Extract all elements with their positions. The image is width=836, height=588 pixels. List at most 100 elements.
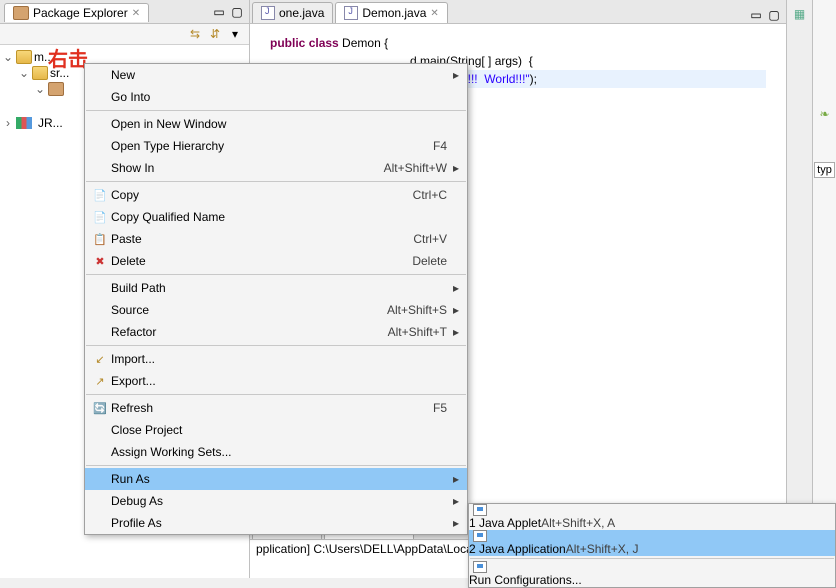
menu-label: Open Type Hierarchy — [111, 139, 433, 153]
collapse-all-icon[interactable]: ⇆ — [187, 26, 203, 42]
menu-label: 1 Java Applet — [469, 516, 541, 530]
submenu-arrow-icon: ▸ — [447, 161, 459, 175]
submenu-item-run-configurations-[interactable]: Run Configurations... — [469, 561, 835, 587]
type-hierarchy-label[interactable]: typ — [814, 162, 835, 178]
menu-label: Profile As — [111, 516, 447, 530]
menu-item-assign-working-sets-[interactable]: Assign Working Sets... — [85, 441, 467, 463]
menu-label: Run As — [111, 472, 447, 486]
menu-item-close-project[interactable]: Close Project — [85, 419, 467, 441]
menu-item-new[interactable]: New▸ — [85, 64, 467, 86]
minimize-icon[interactable]: ▭ — [211, 4, 227, 20]
menu-label: Close Project — [111, 423, 447, 437]
tree-label: JR... — [38, 116, 63, 130]
menu-shortcut: Alt+Shift+X, A — [541, 516, 615, 530]
copy-icon: 📄 — [89, 189, 111, 202]
delete-icon: ✖ — [89, 255, 111, 268]
menu-item-refactor[interactable]: RefactorAlt+Shift+T▸ — [85, 321, 467, 343]
submenu-arrow-icon: ▸ — [447, 325, 459, 339]
project-icon — [16, 50, 32, 64]
menu-item-copy-qualified-name[interactable]: 📄Copy Qualified Name — [85, 206, 467, 228]
menu-label: Assign Working Sets... — [111, 445, 447, 459]
menu-item-open-type-hierarchy[interactable]: Open Type HierarchyF4 — [85, 135, 467, 157]
outline-icon[interactable]: ▦ — [792, 6, 808, 22]
copyq-icon: 📄 — [89, 211, 111, 224]
submenu-arrow-icon: ▸ — [447, 516, 459, 530]
menu-item-profile-as[interactable]: Profile As▸ — [85, 512, 467, 534]
tab-label: Demon.java — [362, 6, 426, 20]
package-icon — [48, 82, 64, 96]
menu-shortcut: Ctrl+C — [413, 188, 447, 202]
menu-label: 2 Java Application — [469, 542, 566, 556]
editor-tab-demon[interactable]: Demon.java ✕ — [335, 2, 447, 23]
chevron-down-icon[interactable]: ⌄ — [2, 50, 14, 64]
maximize-icon[interactable]: ▢ — [766, 7, 782, 23]
menu-label: Run Configurations... — [469, 573, 582, 587]
menu-item-go-into[interactable]: Go Into — [85, 86, 467, 108]
submenu-arrow-icon: ▸ — [447, 303, 459, 317]
leaf-icon[interactable]: ❧ — [817, 106, 833, 122]
menu-item-delete[interactable]: ✖DeleteDelete — [85, 250, 467, 272]
submenu-arrow-icon: ▸ — [447, 68, 459, 82]
menu-label: Copy Qualified Name — [111, 210, 447, 224]
submenu-item-2-java-application[interactable]: 2 Java ApplicationAlt+Shift+X, J — [469, 530, 835, 556]
java-file-icon — [261, 6, 275, 20]
menu-label: Import... — [111, 352, 447, 366]
refresh-icon: 🔄 — [89, 402, 111, 415]
src-folder-icon — [32, 66, 48, 80]
submenu-arrow-icon: ▸ — [447, 472, 459, 486]
tab-label: one.java — [279, 6, 324, 20]
paste-icon: 📋 — [89, 233, 111, 246]
package-explorer-icon — [13, 6, 29, 20]
maximize-icon[interactable]: ▢ — [229, 4, 245, 20]
menu-item-refresh[interactable]: 🔄RefreshF5 — [85, 397, 467, 419]
menu-label: New — [111, 68, 447, 82]
menu-label: Paste — [111, 232, 413, 246]
right-trim: ▦ — [786, 0, 812, 578]
menu-shortcut: Alt+Shift+W — [384, 161, 447, 175]
menu-label: Open in New Window — [111, 117, 447, 131]
close-icon[interactable]: ✕ — [430, 8, 438, 19]
java-run-icon — [469, 561, 491, 573]
chevron-right-icon[interactable]: › — [2, 116, 14, 130]
view-menu-icon[interactable]: ▾ — [227, 26, 243, 42]
close-icon[interactable]: ✕ — [132, 8, 140, 19]
java-run-icon — [469, 504, 491, 516]
menu-item-run-as[interactable]: Run As▸ — [85, 468, 467, 490]
chevron-down-icon[interactable]: ⌄ — [18, 66, 30, 80]
menu-item-copy[interactable]: 📄CopyCtrl+C — [85, 184, 467, 206]
menu-item-debug-as[interactable]: Debug As▸ — [85, 490, 467, 512]
menu-label: Show In — [111, 161, 384, 175]
tree-label: sr... — [50, 66, 69, 80]
menu-label: Go Into — [111, 90, 447, 104]
context-menu: New▸Go IntoOpen in New WindowOpen Type H… — [84, 63, 468, 535]
minimize-icon[interactable]: ▭ — [748, 7, 764, 23]
menu-label: Copy — [111, 188, 413, 202]
menu-label: Refactor — [111, 325, 388, 339]
menu-item-export-[interactable]: ↗Export... — [85, 370, 467, 392]
chevron-down-icon[interactable]: ⌄ — [34, 82, 46, 96]
submenu-item-1-java-applet[interactable]: 1 Java AppletAlt+Shift+X, A — [469, 504, 835, 530]
menu-shortcut: F5 — [433, 401, 447, 415]
menu-item-import-[interactable]: ↙Import... — [85, 348, 467, 370]
submenu-arrow-icon: ▸ — [447, 494, 459, 508]
editor-tab-one[interactable]: one.java — [252, 2, 333, 23]
menu-item-build-path[interactable]: Build Path▸ — [85, 277, 467, 299]
menu-shortcut: Alt+Shift+S — [387, 303, 447, 317]
menu-label: Export... — [111, 374, 447, 388]
submenu-arrow-icon: ▸ — [447, 281, 459, 295]
menu-label: Build Path — [111, 281, 447, 295]
run-as-submenu: 1 Java AppletAlt+Shift+X, A2 Java Applic… — [468, 503, 836, 588]
package-explorer-tab[interactable]: Package Explorer ✕ — [4, 3, 149, 22]
menu-label: Debug As — [111, 494, 447, 508]
menu-item-show-in[interactable]: Show InAlt+Shift+W▸ — [85, 157, 467, 179]
menu-item-paste[interactable]: 📋PasteCtrl+V — [85, 228, 467, 250]
menu-shortcut: Ctrl+V — [413, 232, 447, 246]
link-editor-icon[interactable]: ⇵ — [207, 26, 223, 42]
menu-shortcut: Delete — [412, 254, 447, 268]
menu-item-open-in-new-window[interactable]: Open in New Window — [85, 113, 467, 135]
menu-shortcut: Alt+Shift+T — [388, 325, 447, 339]
menu-item-source[interactable]: SourceAlt+Shift+S▸ — [85, 299, 467, 321]
library-icon — [16, 117, 32, 129]
right-minimized-stack: ❧ typ — [812, 0, 836, 578]
menu-label: Refresh — [111, 401, 433, 415]
